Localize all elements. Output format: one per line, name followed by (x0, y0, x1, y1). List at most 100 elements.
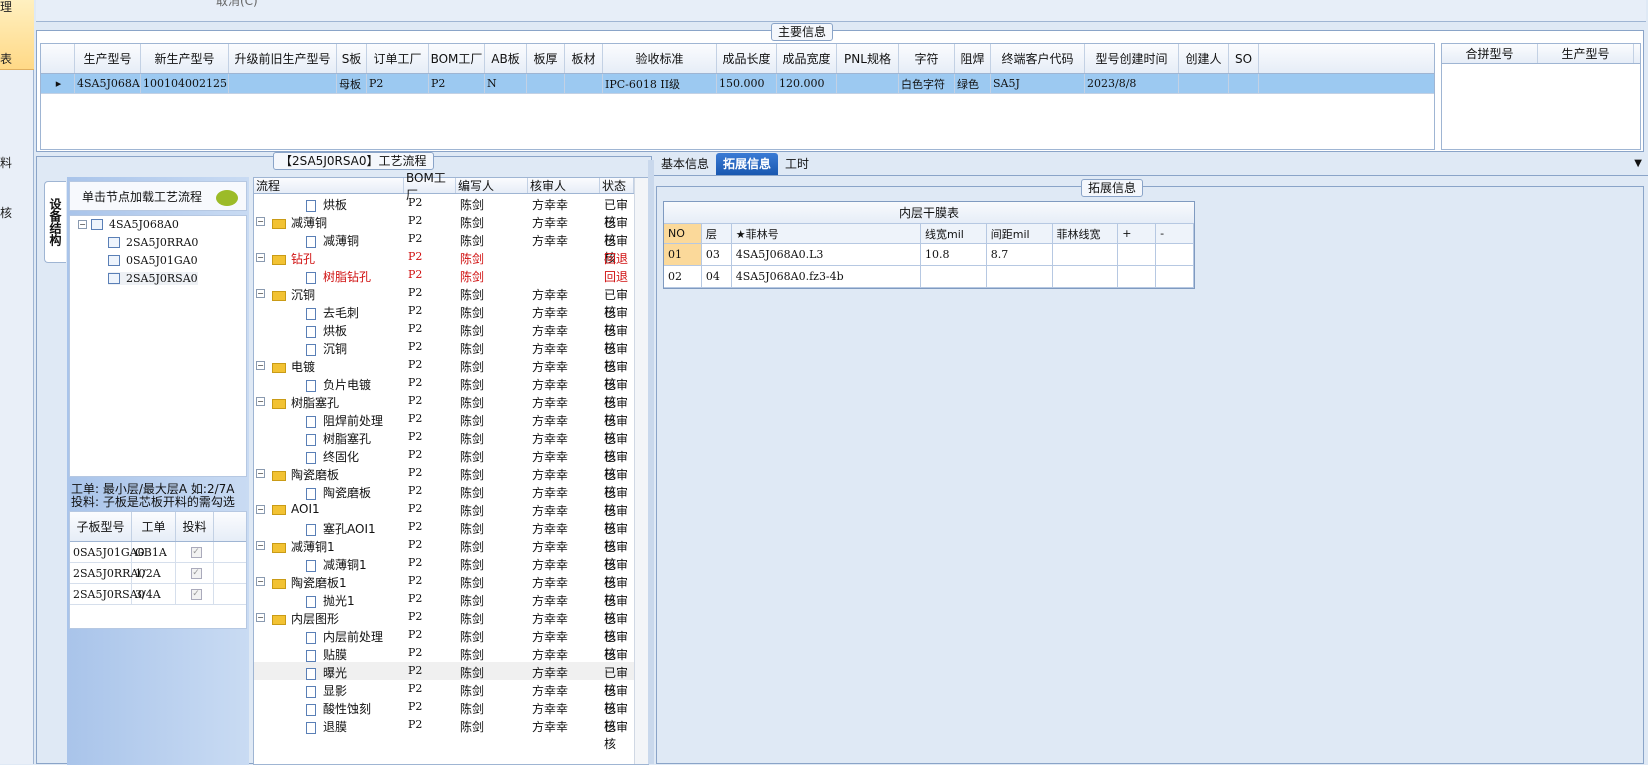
table-cell[interactable] (1053, 266, 1119, 287)
flow-row[interactable]: − 电镀 P2 陈剑 方幸幸 已审核 (254, 356, 634, 391)
table-cell[interactable] (1156, 244, 1194, 265)
table-row[interactable]: ▸4SA5J068A010010400212515母板P2P2NIPC-6018… (41, 74, 1434, 94)
flow-row[interactable]: 抛光1 P2 陈剑 方幸幸 已审核 (254, 590, 634, 625)
column-header[interactable]: 成品宽度 (777, 44, 837, 73)
column-header[interactable]: 升级前旧生产型号 (229, 44, 337, 73)
column-header[interactable]: 验收标准 (603, 44, 717, 73)
table-cell[interactable]: SA5J (991, 74, 1085, 93)
tab-hours[interactable]: 工时 (778, 153, 816, 175)
feed-checkbox[interactable]: ✓ (176, 542, 214, 562)
column-header[interactable]: 型号创建时间 (1085, 44, 1179, 73)
column-header[interactable]: 生产型号 (1538, 44, 1634, 63)
column-header[interactable]: 间距mil (987, 224, 1053, 243)
flow-row[interactable]: − 陶瓷磨板1 P2 陈剑 方幸幸 已审核 (254, 572, 634, 607)
table-cell[interactable]: 03 (702, 244, 732, 265)
table-cell[interactable] (837, 74, 899, 93)
table-cell[interactable]: 150.000 (717, 74, 777, 93)
flow-row[interactable]: − 陶瓷磨板 P2 陈剑 方幸幸 已审核 (254, 464, 634, 499)
flow-row[interactable]: 树脂塞孔 P2 陈剑 方幸幸 已审核 (254, 428, 634, 463)
flow-row[interactable]: 酸性蚀刻 P2 陈剑 方幸幸 已审核 (254, 698, 634, 733)
table-cell[interactable]: 白色字符 (899, 74, 955, 93)
column-header[interactable]: 子板型号 (70, 512, 132, 541)
column-header[interactable]: SO (1229, 44, 1259, 73)
table-cell[interactable]: 10.8 (921, 244, 987, 265)
column-header[interactable]: PNL规格 (837, 44, 899, 73)
table-cell[interactable] (1229, 74, 1259, 93)
column-header[interactable]: BOM工厂 (404, 171, 456, 202)
flow-row[interactable]: − 减薄铜 P2 陈剑 方幸幸 已审核 (254, 212, 634, 247)
flow-row[interactable]: − 减薄铜1 P2 陈剑 方幸幸 已审核 (254, 536, 634, 571)
table-cell[interactable]: N (485, 74, 527, 93)
flow-row[interactable]: − 钻孔 P2 陈剑 回退 (254, 248, 634, 266)
column-header[interactable]: 层 (702, 224, 732, 243)
column-header[interactable]: BOM工厂 (429, 44, 485, 73)
table-cell[interactable]: 02 (664, 266, 702, 287)
table-row[interactable]: 2SA5J0RRA0 1/2A ✓ (70, 563, 246, 584)
collapse-icon[interactable]: − (256, 505, 265, 514)
column-header[interactable]: 线宽mil (921, 224, 987, 243)
column-header[interactable]: S板 (337, 44, 367, 73)
collapse-icon[interactable]: − (256, 217, 265, 226)
table-cell[interactable]: 01 (664, 244, 702, 265)
flow-row[interactable]: 塞孔AOI1 P2 陈剑 方幸幸 已审核 (254, 518, 634, 553)
table-cell[interactable] (1156, 266, 1194, 287)
flow-row[interactable]: 终固化 P2 陈剑 方幸幸 已审核 (254, 446, 634, 481)
column-header[interactable]: 字符 (899, 44, 955, 73)
table-cell[interactable] (229, 74, 337, 93)
flow-row[interactable]: 烘板 P2 陈剑 方幸幸 已审核 (254, 320, 634, 355)
table-cell[interactable]: P2 (367, 74, 429, 93)
cancel-button[interactable]: 取消(C) (216, 0, 258, 9)
column-header[interactable]: 合拼型号 (1442, 44, 1538, 63)
column-header[interactable]: 终端客户代码 (991, 44, 1085, 73)
column-header[interactable]: 投料 (176, 512, 214, 541)
column-header[interactable]: 新生产型号 (141, 44, 229, 73)
flow-row[interactable]: 沉铜 P2 陈剑 方幸幸 已审核 (254, 338, 634, 373)
table-cell[interactable]: IPC-6018 II级 (603, 74, 717, 93)
tree-node[interactable]: 2SA5J0RRA0 (108, 236, 198, 249)
table-cell[interactable] (1179, 74, 1229, 93)
collapse-icon[interactable]: − (256, 397, 265, 406)
table-cell[interactable]: 母板 (337, 74, 367, 93)
table-row[interactable]: 01 03 4SA5J068A0.L3 10.8 8.7 (664, 244, 1194, 266)
flow-row[interactable]: 去毛刺 P2 陈剑 方幸幸 已审核 (254, 302, 634, 337)
collapse-icon[interactable]: − (256, 361, 265, 370)
flow-row[interactable]: − AOI1 P2 陈剑 方幸幸 已审核 (254, 500, 634, 535)
table-cell[interactable]: 绿色 (955, 74, 991, 93)
table-row[interactable]: 2SA5J0RSA0 3/4A ✓ (70, 584, 246, 605)
column-header[interactable]: 阻焊 (955, 44, 991, 73)
table-cell[interactable] (1053, 244, 1119, 265)
flow-row[interactable]: − 内层图形 P2 陈剑 方幸幸 已审核 (254, 608, 634, 643)
flow-row[interactable]: 减薄铜 P2 陈剑 方幸幸 已审核 (254, 230, 634, 265)
column-header[interactable]: NO (664, 224, 702, 243)
collapse-icon[interactable]: − (256, 253, 265, 262)
flow-row[interactable]: 贴膜P2陈剑方幸幸已审核 (254, 644, 634, 679)
table-row[interactable]: 0SA5J01GA0 GB1A ✓ (70, 542, 246, 563)
tree-node[interactable]: − 4SA5J068A0 (78, 218, 179, 231)
flow-scrollbar[interactable] (634, 178, 648, 764)
column-header[interactable]: AB板 (485, 44, 527, 73)
tab-basic[interactable]: 基本信息 (654, 153, 716, 175)
tab-extended[interactable]: 拓展信息 (716, 153, 779, 175)
flow-row[interactable]: 负片电镀 P2 陈剑 方幸幸 已审核 (254, 374, 634, 409)
feed-checkbox[interactable]: ✓ (176, 563, 214, 583)
column-header[interactable]: ★菲林号 (732, 224, 921, 243)
flow-row[interactable]: 烘板 P2 陈剑 方幸幸 已审核 (254, 194, 634, 229)
feed-checkbox[interactable]: ✓ (176, 584, 214, 604)
flow-row[interactable]: 内层前处理 P2 陈剑 方幸幸 已审核 (254, 626, 634, 661)
collapse-icon[interactable]: − (256, 541, 265, 550)
tree-node[interactable]: 0SA5J01GA0 (108, 254, 198, 267)
left-nav-item[interactable]: 料 (0, 154, 12, 171)
table-cell[interactable] (921, 266, 987, 287)
tab-device-structure[interactable]: 设备结构 (44, 181, 66, 263)
flow-row[interactable]: 退膜 P2 陈剑 方幸幸 已审核 (254, 716, 634, 751)
column-header[interactable]: 工单 (132, 512, 176, 541)
flow-row[interactable]: 树脂钻孔 P2 陈剑 回退 (254, 266, 634, 284)
table-cell[interactable]: 4SA5J068A0.L3 (732, 244, 921, 265)
table-cell[interactable]: 4SA5J068A0 (75, 74, 141, 93)
table-cell[interactable]: P2 (429, 74, 485, 93)
collapse-icon[interactable]: − (256, 289, 265, 298)
table-cell[interactable]: 10010400212515 (141, 74, 229, 93)
table-cell[interactable]: 04 (702, 266, 732, 287)
flow-row[interactable]: 曝光 P2 陈剑 方幸幸 已审核 (254, 662, 634, 697)
checkbox-icon[interactable]: ✓ (190, 567, 202, 579)
